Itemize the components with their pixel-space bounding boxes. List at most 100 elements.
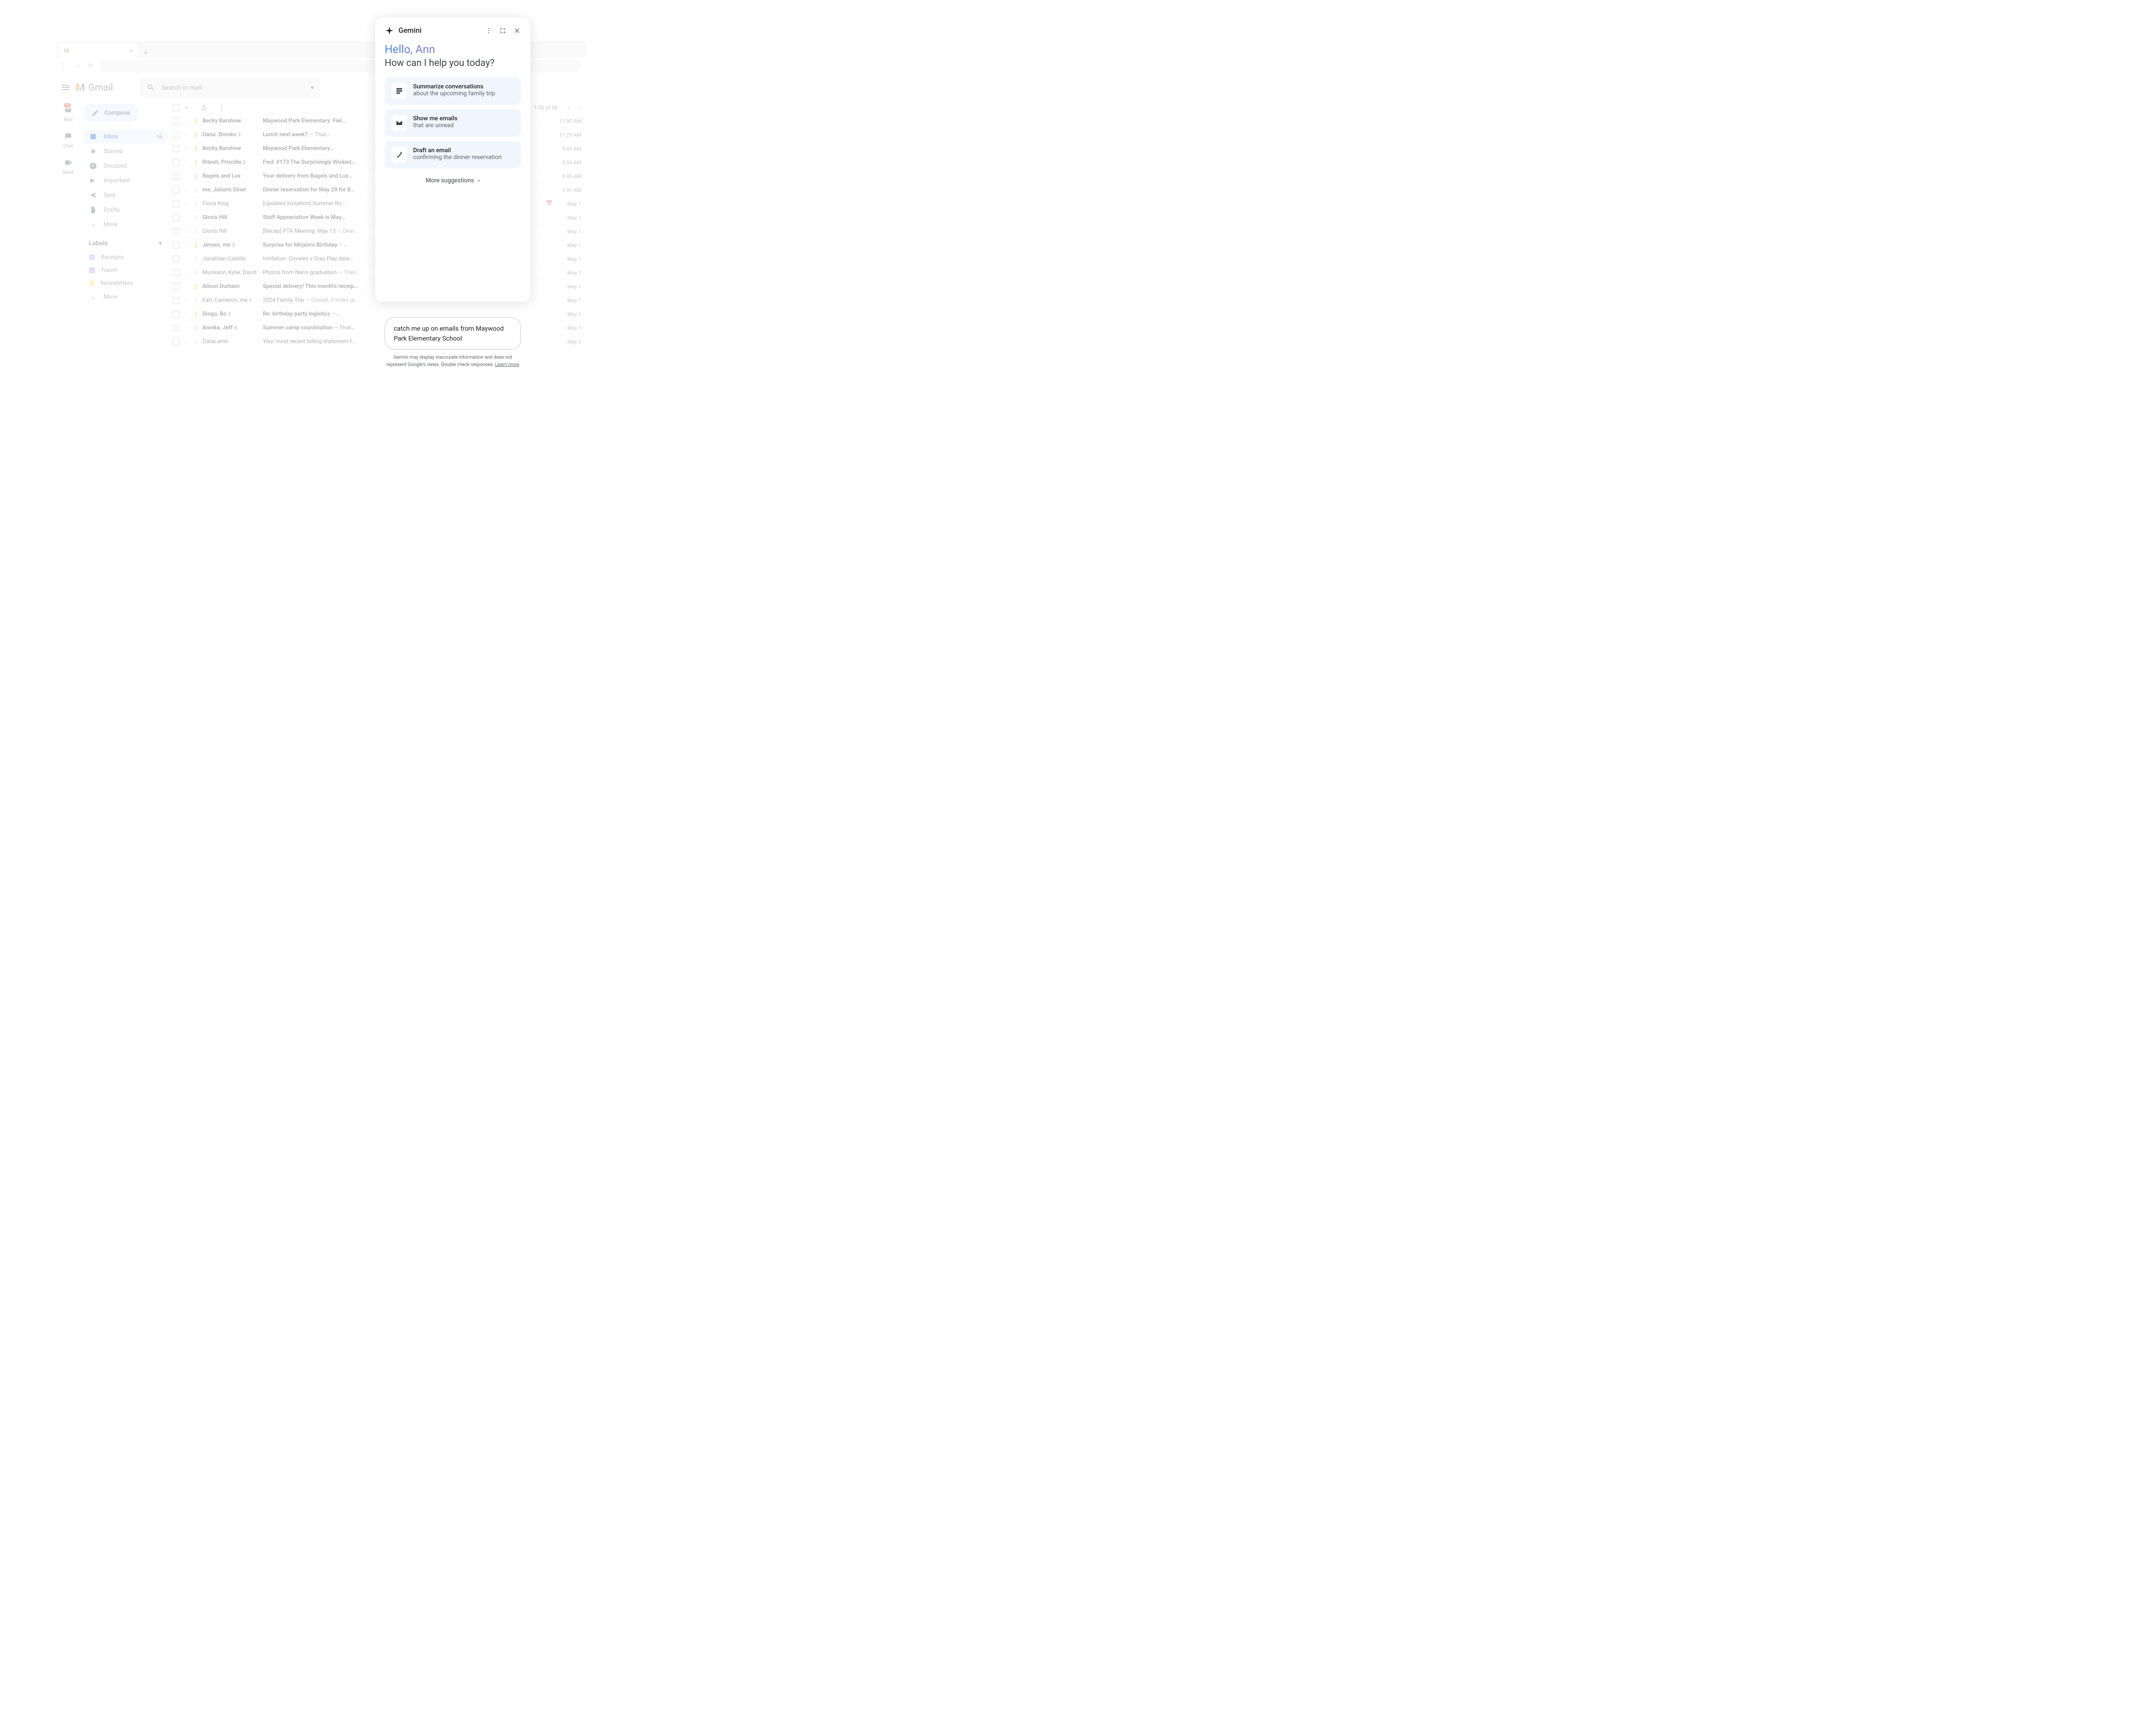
row-checkbox[interactable] xyxy=(172,242,179,249)
star-icon[interactable]: ☆ xyxy=(184,214,189,221)
row-checkbox[interactable] xyxy=(172,228,179,235)
expand-icon[interactable] xyxy=(499,27,506,34)
important-icon[interactable]: ❯ xyxy=(194,228,198,235)
important-icon[interactable]: ❯ xyxy=(194,297,198,303)
sidebar-item-sent[interactable]: Sent xyxy=(84,188,167,202)
star-icon[interactable]: ☆ xyxy=(184,173,189,180)
gemini-input[interactable]: catch me up on emails from Maywood Park … xyxy=(385,317,521,350)
gemini-suggestion-card[interactable]: Draft an emailconfirming the dinner rese… xyxy=(385,141,521,169)
sidebar-item-inbox[interactable]: Inbox16 xyxy=(84,130,167,144)
compose-button[interactable]: Compose xyxy=(84,104,138,122)
sidebar-item-starred[interactable]: Starred xyxy=(84,144,167,158)
close-icon[interactable]: × xyxy=(130,47,133,54)
row-checkbox[interactable] xyxy=(172,256,179,263)
important-icon[interactable]: ❯ xyxy=(194,200,198,207)
important-icon[interactable]: ❯ xyxy=(194,131,198,138)
sidebar-item-more[interactable]: ⌄More xyxy=(84,218,167,231)
rail-mail[interactable]: 16 Mail xyxy=(63,105,73,122)
select-all-checkbox[interactable] xyxy=(172,104,179,111)
new-tab-button[interactable]: + xyxy=(140,46,152,58)
sidebar-count: 16 xyxy=(156,134,162,140)
more-icon[interactable] xyxy=(485,27,492,34)
wand-icon xyxy=(392,147,407,163)
important-icon[interactable]: ❯ xyxy=(194,325,198,331)
row-checkbox[interactable] xyxy=(172,311,179,318)
row-checkbox[interactable] xyxy=(172,338,179,345)
important-icon[interactable]: ❯ xyxy=(194,242,198,248)
important-icon[interactable]: ❯ xyxy=(194,173,198,179)
sidebar-item-drafts[interactable]: Drafts xyxy=(84,203,167,217)
rail-chat[interactable]: Chat xyxy=(63,131,73,149)
chevron-down-icon[interactable]: ▾ xyxy=(185,106,188,110)
more-icon[interactable] xyxy=(218,104,226,112)
star-icon[interactable]: ☆ xyxy=(184,118,189,125)
browser-tab[interactable]: M × xyxy=(60,44,137,58)
mail-sender: Gloria Hill xyxy=(202,228,258,235)
star-icon[interactable]: ☆ xyxy=(184,187,189,194)
star-icon[interactable]: ☆ xyxy=(184,131,189,138)
important-icon[interactable]: ❯ xyxy=(194,338,198,345)
label-item-travel[interactable]: Travel xyxy=(84,264,167,276)
star-icon[interactable]: ☆ xyxy=(184,145,189,152)
star-icon[interactable]: ☆ xyxy=(184,338,189,345)
label-item-receipts[interactable]: Receipts xyxy=(84,251,167,263)
learn-more-link[interactable]: Learn more xyxy=(495,362,519,367)
add-label-icon[interactable]: + xyxy=(159,239,162,247)
star-icon[interactable]: ☆ xyxy=(184,159,189,166)
row-checkbox[interactable] xyxy=(172,173,179,180)
forward-icon[interactable]: → xyxy=(73,62,82,70)
row-checkbox[interactable] xyxy=(172,131,179,138)
next-page-icon[interactable]: › xyxy=(580,105,581,111)
star-icon[interactable]: ☆ xyxy=(184,297,189,304)
row-checkbox[interactable] xyxy=(172,200,179,207)
sidebar-item-label: More xyxy=(103,221,117,228)
sidebar-item-label: Important xyxy=(103,177,130,184)
sidebar-item-important[interactable]: Important xyxy=(84,174,167,188)
important-icon[interactable]: ❯ xyxy=(194,311,198,317)
important-icon[interactable]: ❯ xyxy=(194,256,198,262)
row-checkbox[interactable] xyxy=(172,118,179,125)
gemini-suggestion-card[interactable]: Summarize conversationsabout the upcomin… xyxy=(385,77,521,105)
important-icon[interactable]: ❯ xyxy=(194,269,198,276)
row-checkbox[interactable] xyxy=(172,297,179,304)
star-icon[interactable]: ☆ xyxy=(184,269,189,276)
row-checkbox[interactable] xyxy=(172,325,179,332)
gemini-title: Gemini xyxy=(398,26,422,35)
mail-sender: Annika, Jeff 6 xyxy=(202,325,258,331)
refresh-icon[interactable] xyxy=(200,104,207,112)
search-input[interactable]: Search in mail ▾ xyxy=(140,78,321,97)
important-icon[interactable]: ❯ xyxy=(194,159,198,166)
reload-icon[interactable]: ⟳ xyxy=(86,62,95,70)
star-icon[interactable]: ☆ xyxy=(184,256,189,263)
mail-sender: Bagels and Lux xyxy=(202,173,258,179)
star-icon[interactable]: ☆ xyxy=(184,311,189,318)
label-item-newsletters[interactable]: Newsletters xyxy=(84,277,167,289)
star-icon[interactable]: ☆ xyxy=(184,242,189,249)
rail-meet[interactable]: Meet xyxy=(63,157,74,175)
label-item-more[interactable]: ⌄More xyxy=(84,290,167,304)
important-icon[interactable]: ❯ xyxy=(194,118,198,124)
star-icon[interactable]: ☆ xyxy=(184,228,189,235)
prev-page-icon[interactable]: ‹ xyxy=(568,105,570,111)
row-checkbox[interactable] xyxy=(172,269,179,276)
sidebar-item-snoozed[interactable]: Snoozed xyxy=(84,159,167,173)
menu-icon[interactable] xyxy=(60,82,71,93)
row-checkbox[interactable] xyxy=(172,283,179,290)
row-checkbox[interactable] xyxy=(172,187,179,194)
row-checkbox[interactable] xyxy=(172,159,179,166)
row-checkbox[interactable] xyxy=(172,214,179,221)
more-suggestions-button[interactable]: More suggestions › xyxy=(385,173,521,186)
search-options-icon[interactable]: ▾ xyxy=(310,84,314,91)
sidebar-item-label: Drafts xyxy=(103,206,120,213)
star-icon[interactable]: ☆ xyxy=(184,200,189,207)
important-icon[interactable]: ❯ xyxy=(194,214,198,221)
gemini-suggestion-card[interactable]: Show me emailsthat are unread xyxy=(385,109,521,137)
important-icon[interactable]: ❯ xyxy=(194,145,198,152)
star-icon[interactable]: ☆ xyxy=(184,283,189,290)
star-icon[interactable]: ☆ xyxy=(184,325,189,332)
back-icon[interactable]: ← xyxy=(60,62,69,70)
important-icon[interactable]: ❯ xyxy=(194,283,198,290)
close-icon[interactable] xyxy=(513,27,521,34)
row-checkbox[interactable] xyxy=(172,145,179,152)
important-icon[interactable]: ❯ xyxy=(194,187,198,193)
